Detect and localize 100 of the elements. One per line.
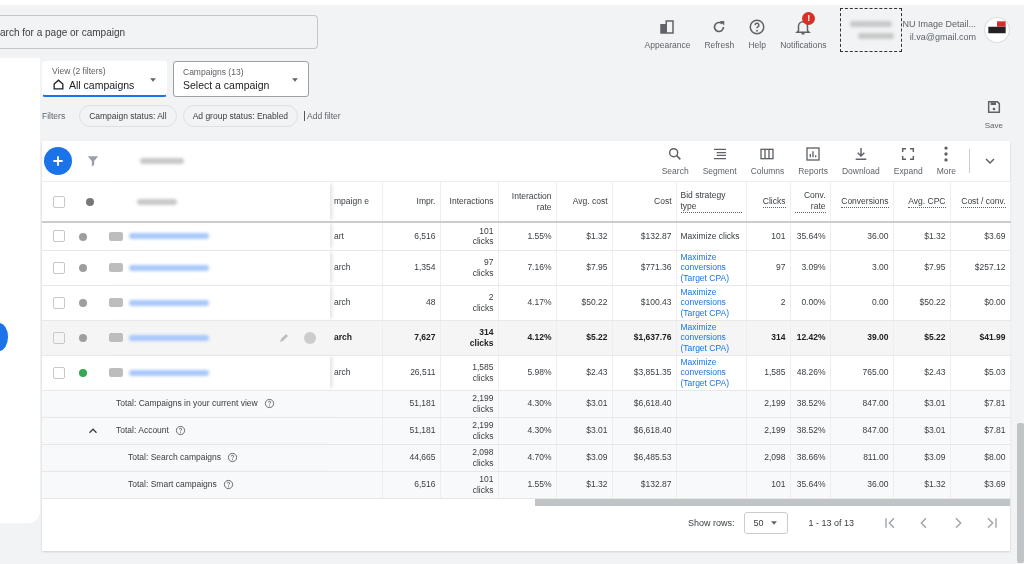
search-field[interactable]: arch for a page or campaign <box>0 15 318 49</box>
table-cell: 36.00 <box>867 479 889 490</box>
table-cell: 101 <box>771 479 786 490</box>
blurred-link[interactable] <box>129 264 209 271</box>
blurred-link[interactable] <box>129 233 209 240</box>
notifications-button[interactable]: ! Notifications <box>780 10 827 50</box>
table-cell: $1.32 <box>586 231 608 242</box>
table-cell: 97 <box>776 262 786 273</box>
table-cell: 7.16% <box>527 262 552 273</box>
table-cell: 12.42% <box>796 332 826 343</box>
table-cell: $5.03 <box>984 367 1006 378</box>
blurred-link[interactable] <box>129 369 209 376</box>
total-label: Total: Campaigns in your current view <box>116 398 258 409</box>
table-cell: $0.00 <box>984 297 1006 308</box>
checkbox[interactable] <box>52 261 65 274</box>
table-cell: 2,199 clicks <box>472 393 494 414</box>
columns-tool[interactable]: Columns <box>743 146 792 176</box>
blurred-link[interactable] <box>129 299 209 306</box>
total-label: Total: Search campaigns <box>128 452 222 463</box>
home-icon <box>52 78 65 91</box>
table-cell: 1,585 <box>764 367 786 378</box>
table-cell: $1.32 <box>924 231 946 242</box>
appearance-button[interactable]: Appearance <box>644 10 691 50</box>
add-filter-link[interactable]: Add filter <box>304 111 341 121</box>
table-cell: $5.22 <box>586 332 608 343</box>
checkbox[interactable] <box>52 296 65 309</box>
table-cell: 2,199 clicks <box>472 420 494 441</box>
save-button[interactable]: Save <box>984 99 1003 130</box>
segment-tool[interactable]: Segment <box>695 146 744 176</box>
expand-tool[interactable]: Expand <box>886 146 930 176</box>
column-header[interactable]: Avg. cost <box>572 196 608 207</box>
table-cell: 5.98% <box>527 367 552 378</box>
more-tool[interactable]: More <box>929 146 963 176</box>
view-dropdown[interactable]: View (2 filters) All campaigns <box>42 61 167 97</box>
table-cell: $132.87 <box>640 231 672 242</box>
table-cell: 3.09% <box>801 262 826 273</box>
bid-strategy-link[interactable]: Maximize conversions (Target CPA) <box>680 251 742 284</box>
checkbox[interactable] <box>52 230 65 243</box>
expand-icon <box>900 146 917 162</box>
help-icon <box>227 452 239 463</box>
bid-strategy-link[interactable]: Maximize conversions (Target CPA) <box>680 286 742 319</box>
table-cell: 1.55% <box>527 231 552 242</box>
table-cell: 36.00 <box>867 231 889 242</box>
scrollbar-thumb[interactable] <box>1017 423 1024 563</box>
help-button[interactable]: Help <box>748 10 767 50</box>
table-cell: Maximize clicks <box>680 231 740 242</box>
column-header[interactable]: Avg. CPC <box>908 195 946 208</box>
checkbox[interactable] <box>52 366 65 379</box>
checkbox[interactable] <box>52 195 65 208</box>
table-cell: $1,637.76 <box>633 332 672 343</box>
chart-icon <box>805 146 822 162</box>
filters-label: Filters <box>42 111 66 121</box>
table-cell: $7.95 <box>586 262 608 273</box>
table-cell: 4.30% <box>527 425 552 436</box>
table-cell: 35.64% <box>796 479 826 490</box>
circle-icon[interactable] <box>304 331 316 344</box>
dropdown-value: All campaigns <box>69 78 135 91</box>
search-tool[interactable]: Search <box>654 146 696 176</box>
table-cell: $8.00 <box>984 452 1006 463</box>
table-cell: $771.36 <box>640 262 672 273</box>
column-header[interactable]: Clicks <box>762 195 786 208</box>
filter-chip[interactable]: Campaign status: All <box>79 105 177 127</box>
blurred-text <box>137 198 177 205</box>
refresh-button[interactable]: Refresh <box>704 10 735 50</box>
column-header[interactable]: Cost <box>654 196 672 207</box>
column-header[interactable]: mpaign e <box>334 196 369 207</box>
rows-dropdown[interactable]: 50 <box>744 511 789 534</box>
column-header[interactable]: Conv. rate <box>794 190 826 213</box>
avatar-logo-icon[interactable] <box>984 17 1010 43</box>
column-header[interactable]: Interactions <box>449 196 494 207</box>
column-header[interactable]: Cost / conv. <box>961 195 1006 208</box>
scrollbar-thumb[interactable] <box>535 498 1010 506</box>
blurred-link[interactable] <box>129 334 209 341</box>
add-button[interactable] <box>44 147 72 175</box>
table-cell: 7,627 <box>414 332 436 343</box>
column-header[interactable]: Interaction rate <box>502 190 552 213</box>
table-cell: 48 <box>426 297 436 308</box>
campaign-dropdown[interactable]: Campaigns (13) Select a campaign <box>173 61 309 97</box>
table-cell: 847.00 <box>862 398 889 409</box>
pencil-icon[interactable] <box>278 331 290 344</box>
reports-tool[interactable]: Reports <box>791 146 835 176</box>
column-header[interactable]: Conversions <box>841 195 889 208</box>
status-dot <box>86 198 94 207</box>
filter-icon[interactable] <box>86 154 100 168</box>
more-icon <box>944 146 949 162</box>
table-cell: 38.52% <box>796 398 826 409</box>
table-cell: $132.87 <box>640 479 672 490</box>
table-cell: 38.52% <box>796 425 826 436</box>
filter-chip[interactable]: Ad group status: Enabled <box>182 105 299 127</box>
checkbox[interactable] <box>52 331 65 344</box>
help-icon <box>174 425 186 436</box>
help-icon <box>748 17 767 36</box>
help-icon <box>222 479 234 490</box>
table-cell: $7.95 <box>924 262 946 273</box>
download-tool[interactable]: Download <box>834 146 887 176</box>
column-header[interactable]: Impr. <box>416 196 436 207</box>
bid-strategy-link[interactable]: Maximize conversions (Target CPA) <box>680 356 742 389</box>
column-header[interactable]: Bid strategy type <box>680 190 742 213</box>
table-cell: $3.69 <box>984 231 1006 242</box>
table-cell: art <box>334 231 344 242</box>
